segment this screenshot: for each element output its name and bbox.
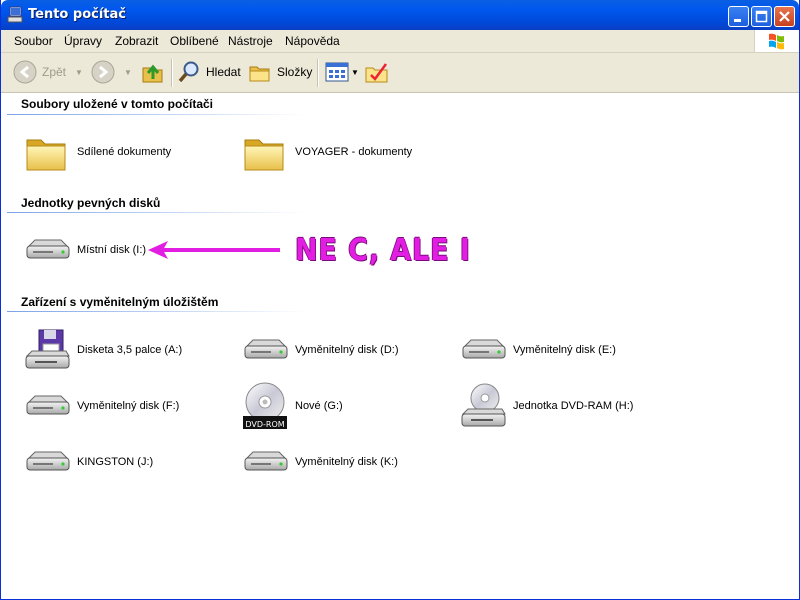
- item-floppy-a[interactable]: Disketa 3,5 palce (A:): [23, 326, 182, 374]
- group-header-removable-storage[interactable]: Zařízení s vyměnitelným úložištěm: [21, 295, 218, 309]
- removable-disk-icon: [23, 382, 71, 430]
- item-removable-f[interactable]: Vyměnitelný disk (F:): [23, 382, 179, 430]
- item-dvd-g[interactable]: DVD-ROM Nové (G:): [241, 382, 343, 430]
- item-label: Vyměnitelný disk (D:): [295, 344, 399, 356]
- item-local-disk-i[interactable]: Místní disk (I:): [23, 226, 146, 274]
- folder-icon: [23, 128, 71, 176]
- views-button[interactable]: ▼: [325, 59, 359, 85]
- search-icon: [178, 61, 199, 83]
- maximize-icon: [755, 10, 768, 23]
- dvd-ram-drive-icon: [459, 382, 507, 430]
- menu-oblibene[interactable]: Oblíbené: [170, 34, 219, 48]
- removable-disk-icon: [459, 326, 507, 374]
- item-label: Místní disk (I:): [77, 244, 147, 256]
- item-kingston-j[interactable]: KINGSTON (J:): [23, 438, 153, 486]
- removable-disk-icon: [23, 438, 71, 486]
- item-shared-documents[interactable]: Sdílené dokumenty: [23, 128, 171, 176]
- views-icon: [325, 62, 349, 82]
- views-dropdown-arrow-icon[interactable]: ▼: [351, 68, 359, 77]
- removable-disk-icon: [241, 438, 289, 486]
- annotation-text: NE C, ALE I: [295, 233, 471, 268]
- hard-disk-icon: [23, 226, 71, 274]
- removable-disk-icon: [241, 326, 289, 374]
- folders-button[interactable]: Složky: [248, 59, 312, 85]
- dvd-badge-label: DVD-ROM: [245, 420, 284, 429]
- menu-napoveda[interactable]: Nápověda: [285, 34, 340, 48]
- toolbar: Zpět ▼ ▼ Hledat Složky ▼: [1, 53, 799, 93]
- dvd-disc-icon: DVD-ROM: [241, 382, 289, 430]
- minimize-button[interactable]: [728, 6, 749, 27]
- windows-flag-icon: [769, 33, 784, 50]
- up-folder-icon: [142, 64, 163, 83]
- menu-soubor[interactable]: Soubor: [14, 34, 53, 48]
- window-title: Tento počítač: [28, 7, 126, 22]
- annotation-arrow-icon: [148, 241, 280, 259]
- floppy-drive-icon: [23, 326, 71, 374]
- group-divider: [7, 311, 307, 312]
- group-header-stored-files[interactable]: Soubory uložené v tomto počítači: [21, 97, 213, 111]
- item-removable-e[interactable]: Vyměnitelný disk (E:): [459, 326, 616, 374]
- menu-nastroje[interactable]: Nástroje: [228, 34, 273, 48]
- back-button[interactable]: Zpět ▼: [13, 59, 83, 85]
- toolbar-separator: [317, 59, 319, 87]
- forward-button[interactable]: ▼: [91, 59, 132, 85]
- item-label: Vyměnitelný disk (F:): [77, 400, 180, 412]
- close-button[interactable]: [774, 6, 795, 27]
- windows-logo: [754, 30, 799, 52]
- item-voyager-documents[interactable]: VOYAGER - dokumenty: [241, 128, 412, 176]
- item-label: KINGSTON (J:): [77, 456, 154, 468]
- search-button[interactable]: Hledat: [177, 59, 241, 85]
- sync-folder-button[interactable]: [365, 59, 389, 85]
- folders-label: Složky: [277, 65, 313, 79]
- item-removable-d[interactable]: Vyměnitelný disk (D:): [241, 326, 399, 374]
- back-label: Zpět: [42, 65, 67, 79]
- my-computer-icon: [7, 6, 23, 23]
- item-label: Vyměnitelný disk (E:): [513, 344, 616, 356]
- explorer-window: Tento počítač Soubor Úpravy Zobrazit Obl…: [0, 0, 800, 600]
- maximize-button[interactable]: [751, 6, 772, 27]
- title-bar[interactable]: Tento počítač: [1, 0, 799, 30]
- menu-zobrazit[interactable]: Zobrazit: [115, 34, 158, 48]
- item-label: Jednotka DVD-RAM (H:): [513, 400, 634, 412]
- group-header-hard-disks[interactable]: Jednotky pevných disků: [21, 196, 160, 210]
- file-view[interactable]: Soubory uložené v tomto počítači Sdílené…: [1, 93, 799, 599]
- folder-check-icon: [365, 63, 388, 83]
- item-removable-k[interactable]: Vyměnitelný disk (K:): [241, 438, 398, 486]
- back-arrow-icon: [13, 60, 37, 84]
- folder-icon: [241, 128, 289, 176]
- minimize-icon: [734, 19, 741, 22]
- back-dropdown-arrow-icon[interactable]: ▼: [75, 68, 83, 77]
- folders-icon: [249, 66, 270, 82]
- item-label: Nové (G:): [295, 400, 343, 412]
- search-label: Hledat: [206, 65, 241, 79]
- up-folder-button[interactable]: [141, 59, 165, 85]
- menu-upravy[interactable]: Úpravy: [64, 34, 102, 48]
- toolbar-separator: [171, 59, 173, 87]
- group-divider: [7, 114, 307, 115]
- item-label: Disketa 3,5 palce (A:): [77, 344, 183, 356]
- close-icon: [779, 11, 790, 22]
- menu-bar: Soubor Úpravy Zobrazit Oblíbené Nástroje…: [1, 30, 799, 53]
- item-label: VOYAGER - dokumenty: [295, 146, 413, 158]
- forward-dropdown-arrow-icon[interactable]: ▼: [124, 68, 132, 77]
- group-divider: [7, 212, 307, 213]
- forward-arrow-icon: [91, 60, 115, 84]
- item-dvd-ram-h[interactable]: Jednotka DVD-RAM (H:): [459, 382, 633, 430]
- item-label: Vyměnitelný disk (K:): [295, 456, 398, 468]
- item-label: Sdílené dokumenty: [77, 146, 172, 158]
